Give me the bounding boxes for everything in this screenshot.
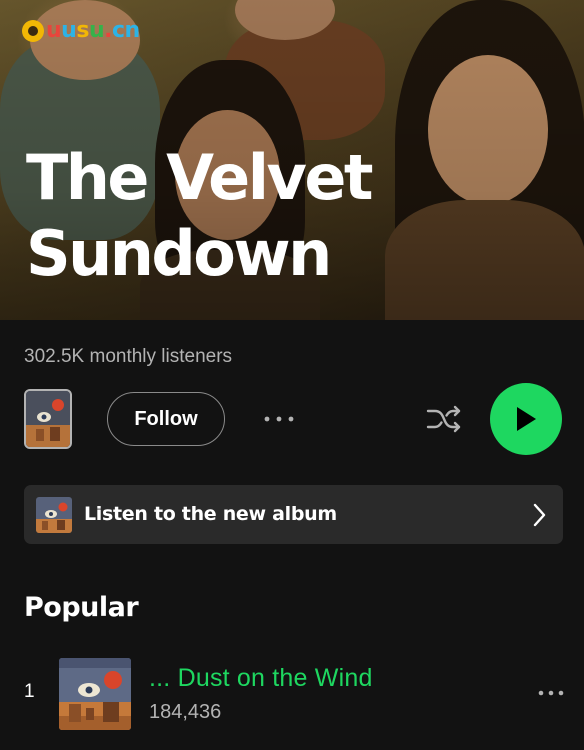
artist-hero-image: uusu.cn The Velvet Sundown [0, 0, 584, 320]
track-artwork [59, 658, 131, 730]
track-title: ... Dust on the Wind [149, 664, 373, 692]
watermark-logo: uusu.cn [22, 18, 140, 43]
new-album-thumbnail [36, 497, 72, 533]
more-horizontal-icon [538, 690, 564, 696]
track-play-count: 184,436 [149, 701, 222, 723]
artist-pick-cover[interactable] [24, 389, 72, 449]
new-album-banner[interactable]: Listen to the new album [24, 485, 563, 544]
track-more-options-button[interactable] [536, 685, 566, 701]
shuffle-icon [426, 405, 461, 433]
track-rank: 1 [24, 681, 35, 702]
play-icon [517, 407, 536, 431]
chevron-right-icon [533, 503, 546, 527]
artist-name-line-1: The Velvet [26, 141, 374, 214]
play-button[interactable] [490, 383, 562, 455]
watermark-text: uusu.cn [46, 18, 140, 43]
more-options-button[interactable] [262, 405, 296, 433]
album-art-icon [36, 497, 72, 533]
artist-controls: Follow [0, 383, 584, 455]
watermark-badge-icon [22, 19, 44, 42]
new-album-label: Listen to the new album [84, 503, 337, 525]
track-row[interactable]: 1 ... Dust on the Wind 184,436 [0, 655, 584, 733]
monthly-listeners: 302.5K monthly listeners [24, 346, 233, 367]
popular-section-title: Popular [24, 592, 139, 623]
artist-name: The Velvet Sundown [26, 140, 446, 292]
follow-button[interactable]: Follow [107, 392, 225, 446]
shuffle-button[interactable] [424, 401, 464, 437]
artist-name-line-2: Sundown [26, 217, 332, 290]
album-art-icon [59, 658, 131, 730]
more-horizontal-icon [264, 416, 294, 422]
album-art-icon [26, 391, 70, 447]
